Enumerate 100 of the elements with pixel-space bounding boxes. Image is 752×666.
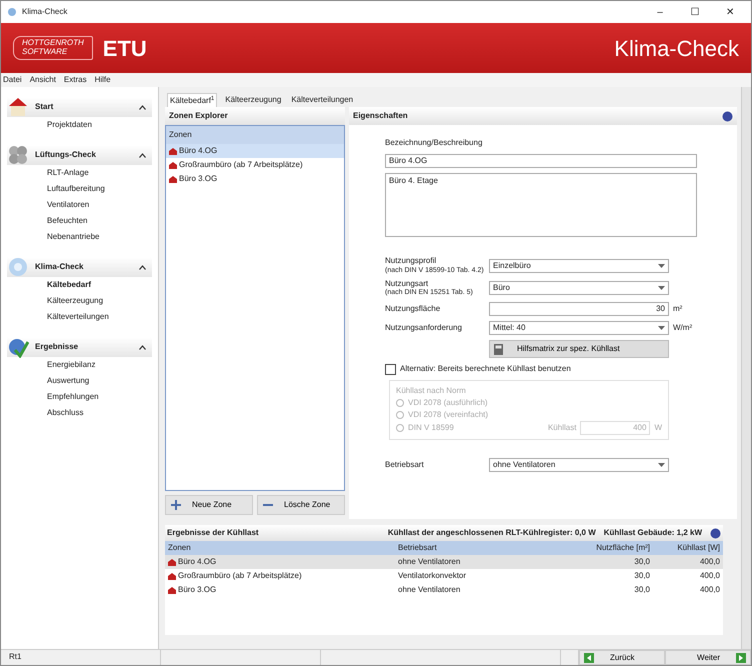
table-cell: Ventilatorkonvektor xyxy=(398,570,466,582)
caret-icon xyxy=(658,463,665,468)
sidebar-item[interactable]: Auswertung xyxy=(7,373,152,389)
sidebar-item[interactable]: Luftaufbereitung xyxy=(7,181,152,197)
table-cell: 400,0 xyxy=(700,570,720,582)
caret-icon xyxy=(658,286,665,290)
collapse-icon xyxy=(139,152,146,158)
table-cell: Großraumbüro (ab 7 Arbeitsplätze) xyxy=(178,570,302,582)
window-title: Klima-Check xyxy=(22,6,68,18)
radio-label: VDI 2078 (ausführlich) xyxy=(408,397,488,410)
sidebar-item[interactable]: Ventilatoren xyxy=(7,197,152,213)
menu-item[interactable]: Hilfe xyxy=(94,74,111,86)
panel-title: Eigenschaften xyxy=(353,110,409,122)
table-cell: 30,0 xyxy=(634,584,650,596)
dropdown[interactable]: Einzelbüro xyxy=(489,258,669,273)
table-cell: 400,0 xyxy=(700,584,720,596)
table-row[interactable]: Büro 4.OG ohne Ventilatoren 30,0 400,0 xyxy=(165,555,723,569)
panel-title: Zonen Explorer xyxy=(165,107,345,125)
logo: HOTTGENROTH SOFTWARE xyxy=(13,36,93,60)
zone-item[interactable]: Großraumbüro (ab 7 Arbeitsplätze) xyxy=(166,158,344,172)
zone-label: Büro 4.OG xyxy=(179,145,218,157)
new-zone-button[interactable]: Neue Zone xyxy=(165,495,253,515)
delete-zone-button[interactable]: Lösche Zone xyxy=(257,495,345,515)
table-cell: Büro 3.OG xyxy=(178,584,216,596)
table-cell: 400,0 xyxy=(700,556,720,568)
sidebar-item[interactable]: Abschluss xyxy=(7,405,152,421)
table-cell: ohne Ventilatoren xyxy=(398,556,460,568)
radio-label: DIN V 18599 xyxy=(408,422,454,434)
menu-item[interactable]: Extras xyxy=(64,74,87,86)
section-header[interactable]: Start xyxy=(7,97,152,117)
plus-icon xyxy=(170,499,182,511)
section-title: Ergebnisse xyxy=(35,341,80,353)
dropdown[interactable]: Büro xyxy=(489,281,669,296)
section-header[interactable]: Lüftungs-Check xyxy=(7,145,152,165)
close-button[interactable]: ✕ xyxy=(715,4,745,20)
sidebar-item[interactable]: Projektdaten xyxy=(7,117,152,133)
collapse-icon xyxy=(139,264,146,270)
house-icon xyxy=(7,96,29,118)
back-button[interactable]: Zurück xyxy=(579,650,665,665)
sidebar-item[interactable]: Kälteverteilungen xyxy=(7,309,152,325)
sidebar-item[interactable]: Empfehlungen xyxy=(7,389,152,405)
tab[interactable]: Kälteerzeugung xyxy=(223,93,284,107)
table-row[interactable]: Großraumbüro (ab 7 Arbeitsplätze) Ventilatorkonvektor 30,0 400,0 xyxy=(165,569,723,583)
app-title: Klima-Check xyxy=(614,34,739,62)
tab[interactable]: Kälteverteilungen xyxy=(289,93,356,107)
field-label: Bezeichnung/Beschreibung xyxy=(385,137,484,149)
field-label: Nutzungsanforderung xyxy=(385,324,463,333)
table-row[interactable]: Büro 3.OG ohne Ventilatoren 30,0 400,0 xyxy=(165,583,723,597)
sidebar-item[interactable]: Kältebedarf xyxy=(7,277,152,293)
sidebar-item[interactable]: Nebenantriebe xyxy=(7,229,152,245)
section-title: Klima-Check xyxy=(35,261,84,273)
minimize-button[interactable]: – xyxy=(645,4,675,20)
column-header[interactable]: Betriebsart xyxy=(395,541,573,555)
section-header[interactable]: Ergebnisse xyxy=(7,337,152,357)
section-header[interactable]: Klima-Check xyxy=(7,257,152,277)
menu-item[interactable]: Ansicht xyxy=(30,74,56,86)
description-field[interactable]: Büro 4. Etage xyxy=(385,173,697,237)
zone-item[interactable]: Büro 3.OG xyxy=(166,172,344,186)
checkbox-label: Alternativ: Bereits berechnete Kühllast benutzen xyxy=(400,363,571,376)
brand-logo: ETU xyxy=(102,34,147,62)
next-arrow-icon xyxy=(736,652,746,662)
radio-label: VDI 2078 (vereinfacht) xyxy=(408,409,488,422)
column-header[interactable]: Zonen xyxy=(165,541,395,555)
section-title: Lüftungs-Check xyxy=(35,149,97,161)
matrix-button[interactable]: Hilfsmatrix zur spez. Kühllast xyxy=(489,340,669,358)
field-label: Betriebsart xyxy=(385,460,425,470)
name-field[interactable]: Büro 4.OG xyxy=(385,154,697,168)
zone-label: Großraumbüro (ab 7 Arbeitsplätze) xyxy=(179,159,303,171)
panel-title: Ergebnisse der Kühllast xyxy=(167,527,260,539)
column-header: Zonen xyxy=(166,126,344,144)
sidebar-item[interactable]: Kälteerzeugung xyxy=(7,293,152,309)
number-field[interactable]: 30 xyxy=(489,302,669,316)
sidebar-item[interactable]: Energiebilanz xyxy=(7,357,152,373)
sidebar-item[interactable]: RLT-Anlage xyxy=(7,165,152,181)
unit-label: W xyxy=(654,422,662,434)
column-header[interactable]: Nutzfläche [m²] xyxy=(573,541,653,555)
dropdown[interactable]: Mittel: 40 xyxy=(489,321,669,336)
caret-icon xyxy=(658,326,665,330)
unit-label: W/m² xyxy=(673,322,694,334)
sidebar-item[interactable]: Befeuchten xyxy=(7,213,152,229)
collapse-icon xyxy=(139,104,146,110)
summary-text: Kühllast Gebäude: 1,2 kW xyxy=(604,527,702,539)
maximize-button[interactable]: ☐ xyxy=(680,4,710,20)
check-icon xyxy=(7,336,29,358)
field-label: Nutzungsfläche xyxy=(385,304,442,314)
scrollbar[interactable] xyxy=(741,87,751,649)
zone-item[interactable]: Büro 4.OG xyxy=(166,144,344,158)
dropdown[interactable]: ohne Ventilatoren xyxy=(489,458,669,472)
unit-label: m² xyxy=(673,303,684,316)
column-header[interactable]: Kühllast [W] xyxy=(653,541,723,555)
back-arrow-icon xyxy=(584,652,594,662)
zone-label: Büro 3.OG xyxy=(179,173,218,185)
field-label: Kühllast xyxy=(548,422,576,434)
section-title: Start xyxy=(35,101,54,113)
menu-item[interactable]: Datei xyxy=(3,74,22,86)
status-text: Rt1 xyxy=(1,650,161,665)
calculator-icon xyxy=(494,344,503,355)
next-button[interactable]: Weiter xyxy=(665,650,751,665)
checkbox[interactable] xyxy=(385,364,396,375)
tab[interactable]: Kältebedarf$^{1}$ xyxy=(167,92,218,108)
